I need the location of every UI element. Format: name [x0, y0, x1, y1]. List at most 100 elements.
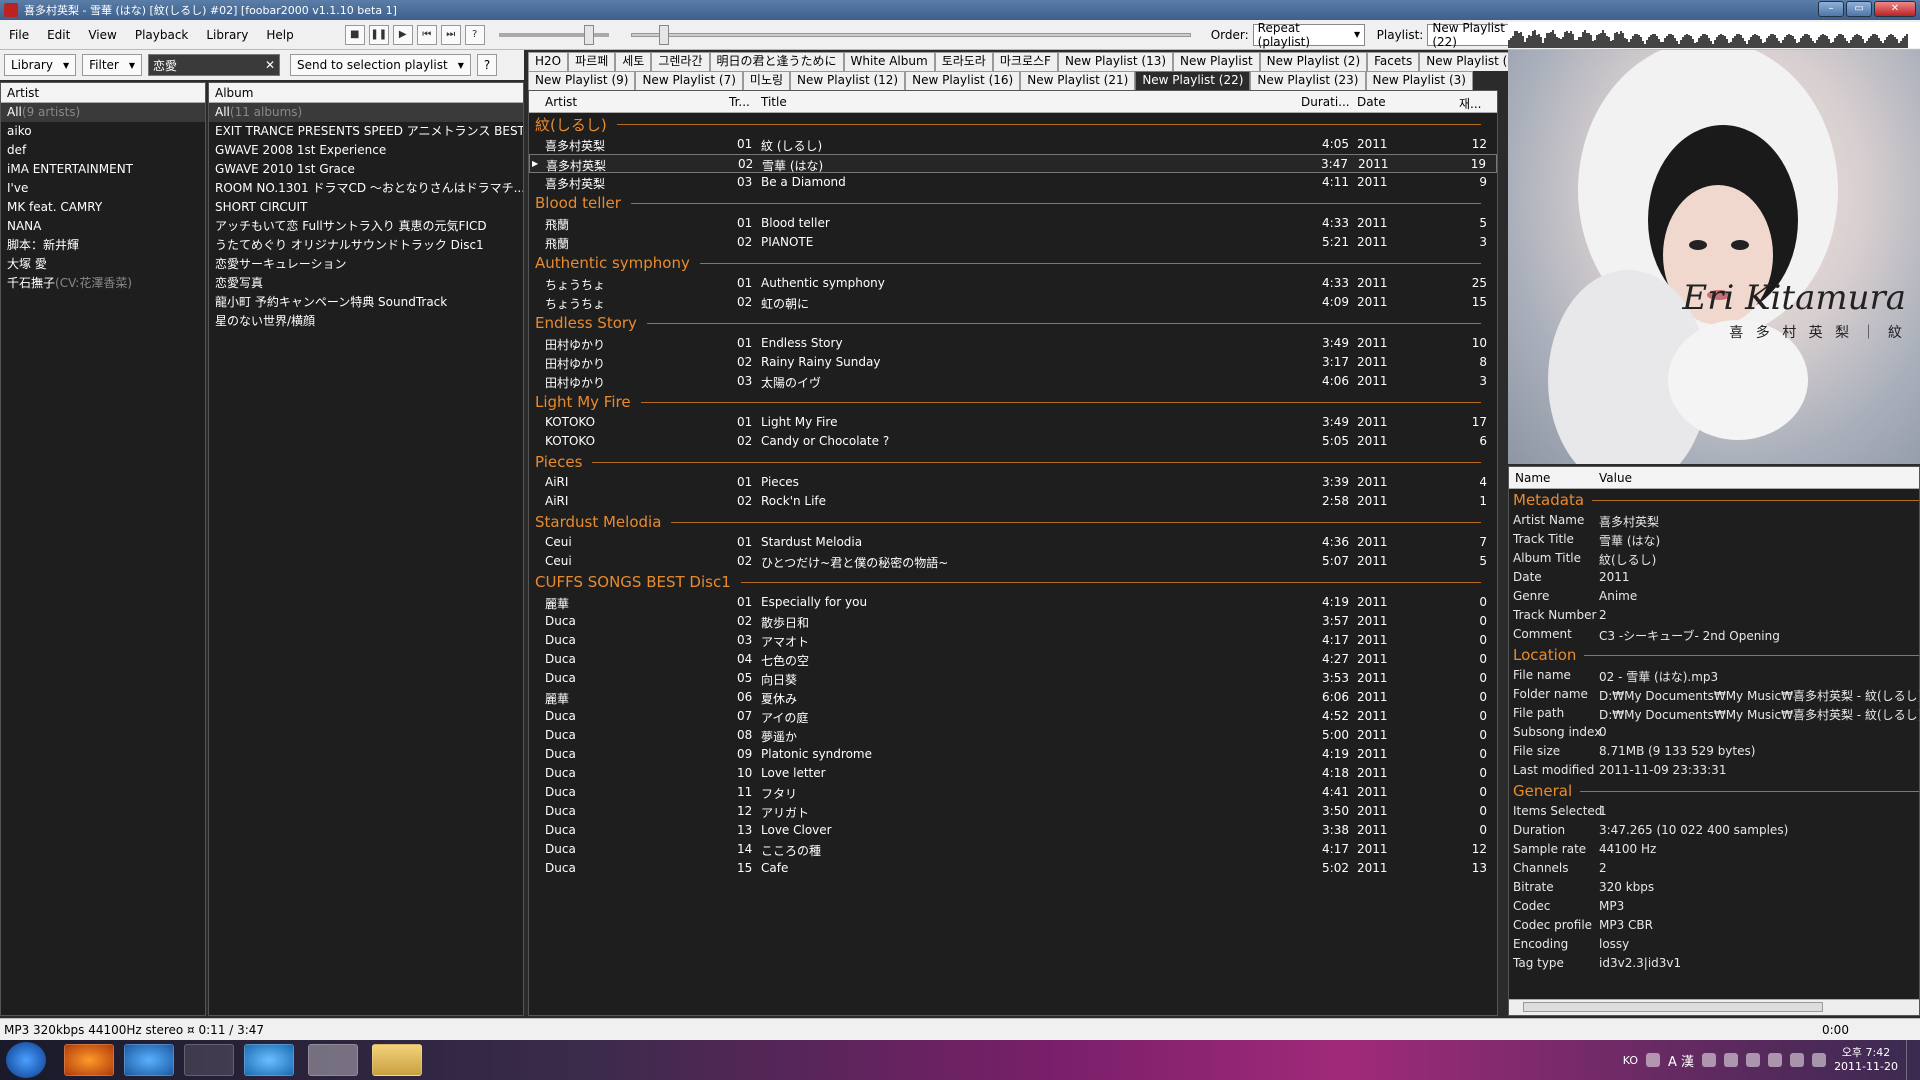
tab-playlist[interactable]: 토라도라: [934, 52, 993, 71]
track-row[interactable]: Duca 04 七色の空 4:27 2011 0: [529, 650, 1497, 669]
property-row[interactable]: Track Number 2: [1509, 606, 1919, 625]
pause-button[interactable]: ❚❚: [368, 24, 389, 45]
seek-bar[interactable]: [630, 24, 1191, 45]
track-row[interactable]: 喜多村英梨 03 Be a Diamond 4:11 2011 9: [529, 173, 1497, 192]
foobar-task-icon[interactable]: [308, 1044, 358, 1076]
menu-library[interactable]: Library: [197, 28, 257, 42]
track-row[interactable]: 田村ゆかり 01 Endless Story 3:49 2011 10: [529, 334, 1497, 353]
album-list-item[interactable]: ROOM NO.1301 ドラマCD ～おとなりさんはドラマチ...: [209, 179, 523, 198]
property-row[interactable]: Genre Anime: [1509, 587, 1919, 606]
track-row[interactable]: 喜多村英梨 01 紋 (しるし) 4:05 2011 12: [529, 135, 1497, 154]
property-row[interactable]: File size 8.71MB (9 133 529 bytes): [1509, 742, 1919, 761]
menu-playback[interactable]: Playback: [126, 28, 198, 42]
ie-task-icon[interactable]: [124, 1044, 174, 1076]
album-list-item[interactable]: 龍小町 予約キャンペーン特典 SoundTrack: [209, 293, 523, 312]
explorer-task-icon[interactable]: [372, 1044, 422, 1076]
track-row[interactable]: ▶ 喜多村英梨 02 雪華 (はな) 3:47 2011 19: [529, 154, 1497, 173]
props-col-value[interactable]: Value: [1599, 471, 1632, 485]
property-row[interactable]: Items Selected 1: [1509, 802, 1919, 821]
album-list-item[interactable]: GWAVE 2010 1st Grace: [209, 160, 523, 179]
property-row[interactable]: File path D:₩My Documents₩My Music₩喜多村英梨 …: [1509, 704, 1919, 723]
menu-file[interactable]: File: [0, 28, 38, 42]
property-row[interactable]: Sample rate 44100 Hz: [1509, 840, 1919, 859]
tab-playlist[interactable]: New Playlist (12): [790, 71, 906, 90]
track-row[interactable]: KOTOKO 02 Candy or Chocolate ? 5:05 2011 6: [529, 432, 1497, 451]
property-row[interactable]: Track Title 雪華 (はな): [1509, 530, 1919, 549]
random-button[interactable]: ?: [464, 24, 485, 45]
tab-playlist[interactable]: 파르페: [568, 52, 616, 71]
property-row[interactable]: Channels 2: [1509, 859, 1919, 878]
track-row[interactable]: Duca 10 Love letter 4:18 2011 0: [529, 764, 1497, 783]
album-list-item[interactable]: EXIT TRANCE PRESENTS SPEED アニメトランス BEST …: [209, 122, 523, 141]
album-header[interactable]: Album: [209, 83, 523, 103]
artist-list-item[interactable]: aiko: [1, 122, 205, 141]
tab-playlist[interactable]: New Playlist (7): [635, 71, 743, 90]
property-row[interactable]: Codec profile MP3 CBR: [1509, 916, 1919, 935]
tab-playlist[interactable]: New Playlist (3): [1365, 71, 1473, 90]
artist-header[interactable]: Artist: [1, 83, 205, 103]
start-button[interactable]: [6, 1042, 46, 1078]
menu-view[interactable]: View: [79, 28, 125, 42]
tab-playlist[interactable]: New Playlist (9): [528, 71, 636, 90]
track-row[interactable]: 飛蘭 01 Blood teller 4:33 2011 5: [529, 214, 1497, 233]
track-row[interactable]: KOTOKO 01 Light My Fire 3:49 2011 17: [529, 413, 1497, 432]
artist-list-item[interactable]: NANA: [1, 217, 205, 236]
tab-playlist[interactable]: New Playlist (16): [905, 71, 1021, 90]
show-desktop-button[interactable]: [1906, 1040, 1916, 1080]
tab-playlist[interactable]: H2O: [528, 52, 569, 71]
tray-volume-icon[interactable]: [1790, 1053, 1805, 1067]
track-row[interactable]: 田村ゆかり 02 Rainy Rainy Sunday 3:17 2011 8: [529, 353, 1497, 372]
col-title-header[interactable]: Title: [761, 95, 787, 109]
library-dropdown[interactable]: Library ▼: [4, 54, 77, 76]
scrollbar-thumb[interactable]: [1523, 1002, 1823, 1012]
track-row[interactable]: Duca 07 アイの庭 4:52 2011 0: [529, 707, 1497, 726]
property-row[interactable]: Album Title 紋(しるし): [1509, 549, 1919, 568]
clock[interactable]: 오후 7:42 2011-11-20: [1834, 1046, 1898, 1074]
track-row[interactable]: 麗華 06 夏休み 6:06 2011 0: [529, 688, 1497, 707]
track-row[interactable]: Ceui 02 ひとつだけ~君と僕の秘密の物語~ 5:07 2011 5: [529, 552, 1497, 571]
menu-edit[interactable]: Edit: [38, 28, 79, 42]
col-artist-header[interactable]: Artist: [545, 95, 577, 109]
tab-playlist[interactable]: 세토: [615, 52, 652, 71]
tray-shield-icon[interactable]: [1646, 1053, 1661, 1067]
clear-icon[interactable]: ✕: [265, 58, 275, 72]
track-row[interactable]: Duca 03 アマオト 4:17 2011 0: [529, 631, 1497, 650]
col-duration-header[interactable]: Durati...: [1301, 95, 1350, 109]
tab-playlist[interactable]: 미노링: [742, 71, 791, 90]
tab-playlist[interactable]: New Playlist (21): [1020, 71, 1136, 90]
track-row[interactable]: Duca 15 Cafe 5:02 2011 13: [529, 859, 1497, 878]
property-row[interactable]: Last modified 2011-11-09 23:33:31: [1509, 761, 1919, 780]
track-row[interactable]: 田村ゆかり 03 太陽のイヴ 4:06 2011 3: [529, 372, 1497, 391]
tab-playlist[interactable]: 明日の君と逢うために: [709, 52, 844, 71]
tray-network-icon[interactable]: [1768, 1053, 1783, 1067]
track-row[interactable]: Duca 11 フタリ 4:41 2011 0: [529, 783, 1497, 802]
col-track-number-header[interactable]: Tr...: [729, 95, 750, 109]
stop-button[interactable]: ■: [344, 24, 365, 45]
property-row[interactable]: Codec MP3: [1509, 897, 1919, 916]
browser-task-icon[interactable]: [244, 1044, 294, 1076]
artist-list-item[interactable]: All(9 artists): [1, 103, 205, 122]
order-dropdown[interactable]: Repeat (playlist) ▼: [1252, 21, 1365, 49]
tray-app-icon[interactable]: [1746, 1053, 1761, 1067]
track-row[interactable]: 飛蘭 02 PIANOTE 5:21 2011 3: [529, 233, 1497, 252]
tab-playlist[interactable]: White Album: [843, 52, 935, 71]
tab-playlist[interactable]: New Playlist: [1173, 52, 1260, 71]
filter-dropdown[interactable]: Filter ▼: [82, 54, 142, 76]
property-row[interactable]: Subsong index 0: [1509, 723, 1919, 742]
tray-settings-icon[interactable]: [1724, 1053, 1739, 1067]
minimize-button[interactable]: –: [1818, 1, 1844, 17]
album-list-item[interactable]: SHORT CIRCUIT: [209, 198, 523, 217]
next-button[interactable]: ⏭: [440, 24, 461, 45]
album-list-item[interactable]: 星のない世界/横顔: [209, 312, 523, 331]
track-row[interactable]: Duca 09 Platonic syndrome 4:19 2011 0: [529, 745, 1497, 764]
maximize-button[interactable]: ▭: [1846, 1, 1872, 17]
track-row[interactable]: Duca 08 夢遥か 5:00 2011 0: [529, 726, 1497, 745]
property-row[interactable]: Comment C3 -シーキューブ- 2nd Opening: [1509, 625, 1919, 644]
tab-playlist[interactable]: New Playlist (23): [1250, 71, 1366, 90]
track-row[interactable]: Duca 14 こころの種 4:17 2011 12: [529, 840, 1497, 859]
track-row[interactable]: Duca 05 向日葵 3:53 2011 0: [529, 669, 1497, 688]
firefox-task-icon[interactable]: [64, 1044, 114, 1076]
track-row[interactable]: AiRI 02 Rock'n Life 2:58 2011 1: [529, 492, 1497, 511]
ime-indicator[interactable]: KO: [1623, 1054, 1638, 1067]
track-row[interactable]: Duca 13 Love Clover 3:38 2011 0: [529, 821, 1497, 840]
